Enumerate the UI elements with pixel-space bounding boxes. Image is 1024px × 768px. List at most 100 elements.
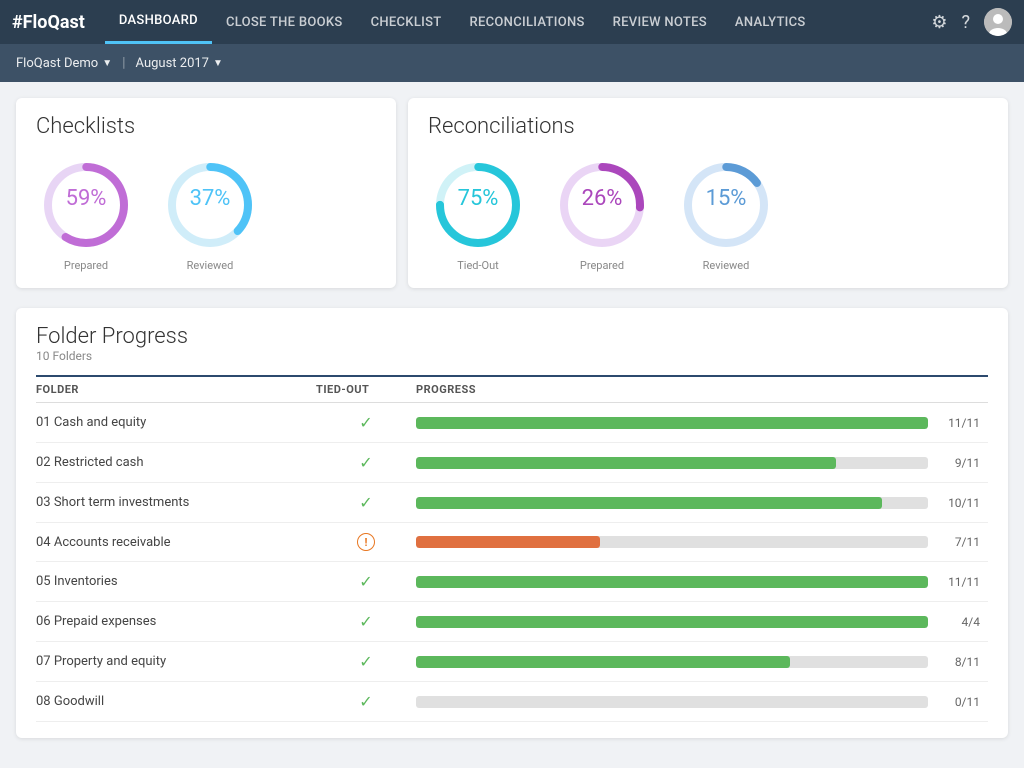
checklists-panel: Checklists 59% Prepared 37% Reviewed [16, 98, 396, 288]
progress-bar-track [416, 696, 928, 708]
folder-count: 11/11 [928, 575, 988, 589]
progress-bar-track [416, 457, 928, 469]
progress-bar-container [416, 576, 928, 588]
donut-label-reviewed: Reviewed [703, 259, 750, 272]
main-content: Checklists 59% Prepared 37% Reviewed Recon… [0, 82, 1024, 754]
progress-bar-track [416, 616, 928, 628]
nav-link-reconciliations[interactable]: RECONCILIATIONS [456, 0, 599, 44]
folder-count: 7/11 [928, 535, 988, 549]
checklists-donuts: 59% Prepared 37% Reviewed [36, 155, 376, 272]
company-chevron: ▼ [102, 58, 112, 69]
donut-prepared: 26% Prepared [552, 155, 652, 272]
folder-name: 08 Goodwill [36, 694, 316, 709]
table-row[interactable]: 05 Inventories ✓ 11/11 [36, 562, 988, 602]
table-row[interactable]: 03 Short term investments✓10/11 [36, 483, 988, 523]
progress-bar-fill [416, 457, 836, 469]
nav-link-dashboard[interactable]: DASHBOARD [105, 0, 212, 44]
table-header: FOLDER TIED-OUT PROGRESS [36, 375, 988, 403]
folder-count: 10 Folders [36, 349, 988, 363]
table-row[interactable]: 06 Prepaid expenses ✓ 4/4 [36, 602, 988, 642]
progress-bar-container [416, 536, 928, 548]
table-row[interactable]: 04 Accounts receivable! 7/11 [36, 523, 988, 562]
top-panels: Checklists 59% Prepared 37% Reviewed Recon… [16, 98, 1008, 288]
col-count [928, 383, 988, 396]
nav-link-analytics[interactable]: ANALYTICS [721, 0, 820, 44]
folder-count: 8/11 [928, 655, 988, 669]
folder-name: 04 Accounts receivable [36, 535, 316, 550]
company-selector[interactable]: FloQast Demo ▼ [16, 56, 112, 71]
tiedout-indicator: ✓ [316, 572, 416, 591]
progress-bar-track [416, 656, 928, 668]
folder-name: 02 Restricted cash [36, 455, 316, 470]
donut-reviewed: 37% Reviewed [160, 155, 260, 272]
settings-icon[interactable]: ⚙ [931, 12, 947, 33]
col-folder: FOLDER [36, 383, 316, 396]
check-icon: ✓ [359, 612, 372, 631]
donut-center-reviewed: 15% [706, 186, 747, 212]
table-row[interactable]: 07 Property and equity✓ 8/11 [36, 642, 988, 682]
period-selector[interactable]: August 2017 ▼ [136, 56, 223, 71]
donut-label-tied-out: Tied-Out [457, 259, 499, 272]
avatar[interactable] [984, 8, 1012, 36]
folder-name: 06 Prepaid expenses [36, 614, 316, 629]
folder-progress-title: Folder Progress [36, 324, 988, 349]
folder-name: 05 Inventories [36, 574, 316, 589]
progress-bar-container [416, 696, 928, 708]
sub-nav: FloQast Demo ▼ | August 2017 ▼ [0, 44, 1024, 82]
logo[interactable]: #FloQast [12, 12, 85, 33]
progress-bar-container [416, 457, 928, 469]
donut-center-prepared: 26% [582, 186, 623, 212]
nav-links: DASHBOARDCLOSE THE BOOKSCHECKLISTRECONCI… [105, 0, 932, 44]
tiedout-indicator: ✓ [316, 692, 416, 711]
progress-bar-container [416, 656, 928, 668]
tiedout-indicator: ✓ [316, 493, 416, 512]
progress-bar-track [416, 497, 928, 509]
tiedout-indicator: ✓ [316, 612, 416, 631]
check-icon: ✓ [359, 572, 372, 591]
table-row[interactable]: 02 Restricted cash ✓ 9/11 [36, 443, 988, 483]
progress-bar-fill [416, 417, 928, 429]
donut-label-reviewed: Reviewed [187, 259, 234, 272]
table-row[interactable]: 01 Cash and equity✓11/11 [36, 403, 988, 443]
progress-bar-container [416, 497, 928, 509]
donut-label-prepared: Prepared [64, 259, 108, 272]
progress-bar-fill [416, 576, 928, 588]
checklists-title: Checklists [36, 114, 376, 139]
folder-name: 01 Cash and equity [36, 415, 316, 430]
folder-name: 03 Short term investments [36, 495, 316, 510]
donut-center-prepared: 59% [66, 186, 107, 212]
folder-count: 9/11 [928, 456, 988, 470]
donut-prepared: 59% Prepared [36, 155, 136, 272]
donut-center-tied-out: 75% [458, 186, 499, 212]
reconciliations-title: Reconciliations [428, 114, 988, 139]
progress-bar-fill [416, 656, 790, 668]
folder-name: 07 Property and equity [36, 654, 316, 669]
donut-center-reviewed: 37% [190, 186, 231, 212]
reconciliations-donuts: 75% Tied-Out 26% Prepared 15% Reviewed [428, 155, 988, 272]
tiedout-indicator: ✓ [316, 453, 416, 472]
nav-link-close-the-books[interactable]: CLOSE THE BOOKS [212, 0, 357, 44]
nav-link-review-notes[interactable]: REVIEW NOTES [599, 0, 721, 44]
col-progress: PROGRESS [416, 383, 928, 396]
tiedout-indicator: ! [316, 533, 416, 551]
nav-link-checklist[interactable]: CHECKLIST [357, 0, 456, 44]
check-icon: ✓ [359, 692, 372, 711]
check-icon: ✓ [359, 453, 372, 472]
progress-bar-container [416, 616, 928, 628]
help-icon[interactable]: ? [961, 12, 970, 33]
progress-bar-fill [416, 536, 600, 548]
progress-bar-container [416, 417, 928, 429]
tiedout-indicator: ✓ [316, 413, 416, 432]
period-chevron: ▼ [213, 58, 223, 69]
folder-count: 4/4 [928, 615, 988, 629]
col-tiedout: TIED-OUT [316, 383, 416, 396]
table-row[interactable]: 08 Goodwill✓0/11 [36, 682, 988, 722]
nav-bar: #FloQast DASHBOARDCLOSE THE BOOKSCHECKLI… [0, 0, 1024, 44]
check-icon: ✓ [359, 413, 372, 432]
tiedout-indicator: ✓ [316, 652, 416, 671]
donut-tied-out: 75% Tied-Out [428, 155, 528, 272]
donut-label-prepared: Prepared [580, 259, 624, 272]
progress-bar-fill [416, 616, 928, 628]
progress-bar-fill [416, 497, 882, 509]
progress-bar-track [416, 576, 928, 588]
